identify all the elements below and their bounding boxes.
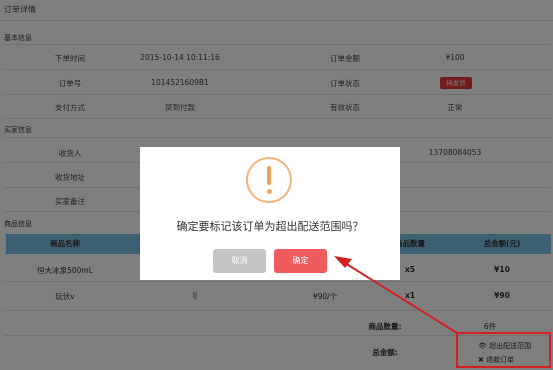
annotation-arrow bbox=[334, 256, 458, 334]
